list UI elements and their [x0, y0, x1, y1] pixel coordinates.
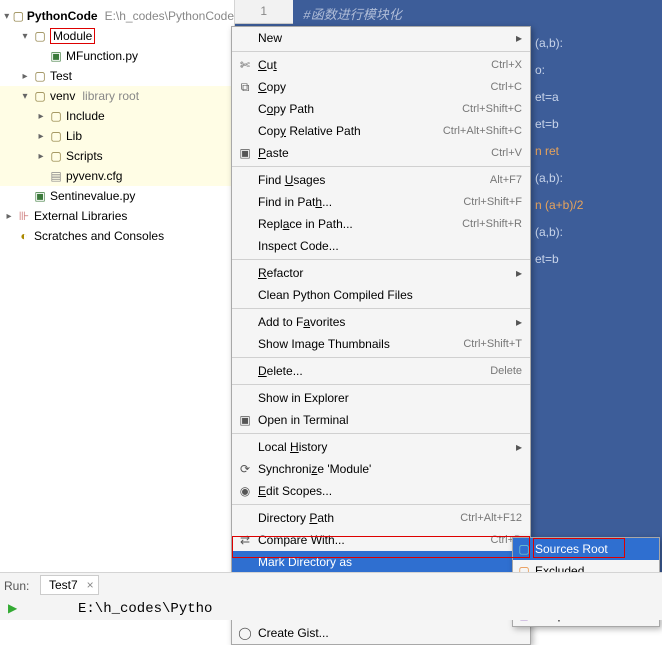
- tree-lib[interactable]: ▸ ▢ Lib: [0, 126, 234, 146]
- menu-show-thumbnails[interactable]: Show Image ThumbnailsCtrl+Shift+T: [232, 333, 530, 355]
- tree-scratches[interactable]: ◐ Scratches and Consoles: [0, 226, 234, 246]
- folder-icon: ▢: [49, 129, 63, 143]
- sync-icon: ⟳: [238, 462, 252, 476]
- folder-icon: ▢: [517, 542, 531, 556]
- project-tree[interactable]: ▾ ▢ PythonCode E:\h_codes\PythonCode ▾ ▢…: [0, 0, 235, 620]
- close-icon[interactable]: ×: [87, 578, 94, 592]
- menu-synchronize[interactable]: ⟳Synchronize 'Module': [232, 458, 530, 480]
- tree-include[interactable]: ▸ ▢ Include: [0, 106, 234, 126]
- menu-copy[interactable]: ⧉CopyCtrl+C: [232, 76, 530, 98]
- scopes-icon: ◉: [238, 484, 252, 498]
- tree-venv[interactable]: ▾ ▢ venv library root: [0, 86, 234, 106]
- menu-find-in-path[interactable]: Find in Path...Ctrl+Shift+F: [232, 191, 530, 213]
- expand-icon[interactable]: ▾: [20, 31, 30, 42]
- tree-scripts[interactable]: ▸ ▢ Scripts: [0, 146, 234, 166]
- play-icon[interactable]: ▶: [8, 601, 17, 615]
- module-label: Module: [50, 28, 95, 44]
- expand-icon[interactable]: ▸: [4, 211, 14, 222]
- menu-paste[interactable]: ▣PasteCtrl+V: [232, 142, 530, 164]
- editor-text: #函数进行模块化: [303, 4, 402, 23]
- compare-icon: ⇄: [238, 533, 252, 547]
- copy-icon: ⧉: [238, 80, 252, 95]
- scratch-icon: ◐: [17, 229, 31, 243]
- menu-local-history[interactable]: Local History▸: [232, 436, 530, 458]
- menu-delete[interactable]: Delete...Delete: [232, 360, 530, 382]
- tree-pyvenv[interactable]: ▤ pyvenv.cfg: [0, 166, 234, 186]
- tree-external-libs[interactable]: ▸ ⊪ External Libraries: [0, 206, 234, 226]
- menu-replace-in-path[interactable]: Replace in Path...Ctrl+Shift+R: [232, 213, 530, 235]
- github-icon: ◯: [238, 626, 252, 640]
- line-number: 1: [235, 0, 293, 24]
- menu-mark-directory-as[interactable]: Mark Directory as▸: [232, 551, 530, 573]
- menu-compare-with[interactable]: ⇄Compare With...Ctrl+D: [232, 529, 530, 551]
- folder-icon: ▢: [49, 109, 63, 123]
- folder-icon: ▢: [33, 89, 47, 103]
- cut-icon: ✄: [238, 58, 252, 72]
- folder-icon: ▢: [49, 149, 63, 163]
- file-icon: ▤: [49, 169, 63, 183]
- menu-refactor[interactable]: Refactor▸: [232, 262, 530, 284]
- python-file-icon: ▣: [33, 189, 47, 203]
- menu-copy-path[interactable]: Copy PathCtrl+Shift+C: [232, 98, 530, 120]
- menu-open-terminal[interactable]: ▣Open in Terminal: [232, 409, 530, 431]
- menu-directory-path[interactable]: Directory PathCtrl+Alt+F12: [232, 507, 530, 529]
- project-name: PythonCode: [27, 9, 98, 23]
- menu-find-usages[interactable]: Find UsagesAlt+F7: [232, 169, 530, 191]
- menu-edit-scopes[interactable]: ◉Edit Scopes...: [232, 480, 530, 502]
- expand-icon[interactable]: ▾: [20, 91, 30, 102]
- context-menu[interactable]: New▸ ✄CutCtrl+X ⧉CopyCtrl+C Copy PathCtr…: [231, 26, 531, 645]
- tree-mfunction[interactable]: ▣ MFunction.py: [0, 46, 234, 66]
- terminal-icon: ▣: [238, 413, 252, 427]
- library-icon: ⊪: [17, 209, 31, 223]
- expand-icon[interactable]: ▸: [36, 131, 46, 142]
- run-panel: Run: Test7 × ▶ E:\h_codes\Pytho: [0, 572, 662, 620]
- menu-show-explorer[interactable]: Show in Explorer: [232, 387, 530, 409]
- run-tab[interactable]: Test7 ×: [40, 575, 99, 595]
- run-label: Run:: [4, 579, 29, 593]
- tree-module[interactable]: ▾ ▢ Module: [0, 26, 234, 46]
- chevron-right-icon: ▸: [516, 440, 522, 454]
- menu-inspect-code[interactable]: Inspect Code...: [232, 235, 530, 257]
- menu-copy-rel-path[interactable]: Copy Relative PathCtrl+Alt+Shift+C: [232, 120, 530, 142]
- folder-icon: ▢: [33, 29, 47, 43]
- project-path: E:\h_codes\PythonCode: [105, 9, 234, 23]
- chevron-right-icon: ▸: [516, 266, 522, 280]
- menu-create-gist[interactable]: ◯Create Gist...: [232, 622, 530, 644]
- tree-sentine[interactable]: ▣ Sentinevalue.py: [0, 186, 234, 206]
- folder-icon: ▢: [33, 69, 47, 83]
- tree-test[interactable]: ▸ ▢ Test: [0, 66, 234, 86]
- expand-icon[interactable]: ▾: [4, 11, 10, 22]
- menu-add-favorites[interactable]: Add to Favorites▸: [232, 311, 530, 333]
- paste-icon: ▣: [238, 146, 252, 160]
- tree-project-root[interactable]: ▾ ▢ PythonCode E:\h_codes\PythonCode: [0, 6, 234, 26]
- folder-icon: ▢: [13, 9, 24, 23]
- menu-cut[interactable]: ✄CutCtrl+X: [232, 54, 530, 76]
- python-file-icon: ▣: [49, 49, 63, 63]
- code-area: (a,b): o: et=a et=b n ret (a,b): n (a+b)…: [535, 30, 583, 273]
- menu-clean-python[interactable]: Clean Python Compiled Files: [232, 284, 530, 306]
- run-path: E:\h_codes\Pytho: [78, 601, 212, 617]
- expand-icon[interactable]: ▸: [36, 151, 46, 162]
- chevron-right-icon: ▸: [516, 315, 522, 329]
- expand-icon[interactable]: ▸: [36, 111, 46, 122]
- chevron-right-icon: ▸: [516, 31, 522, 45]
- menu-new[interactable]: New▸: [232, 27, 530, 49]
- expand-icon[interactable]: ▸: [20, 71, 30, 82]
- submenu-sources-root[interactable]: ▢Sources Root: [513, 538, 659, 560]
